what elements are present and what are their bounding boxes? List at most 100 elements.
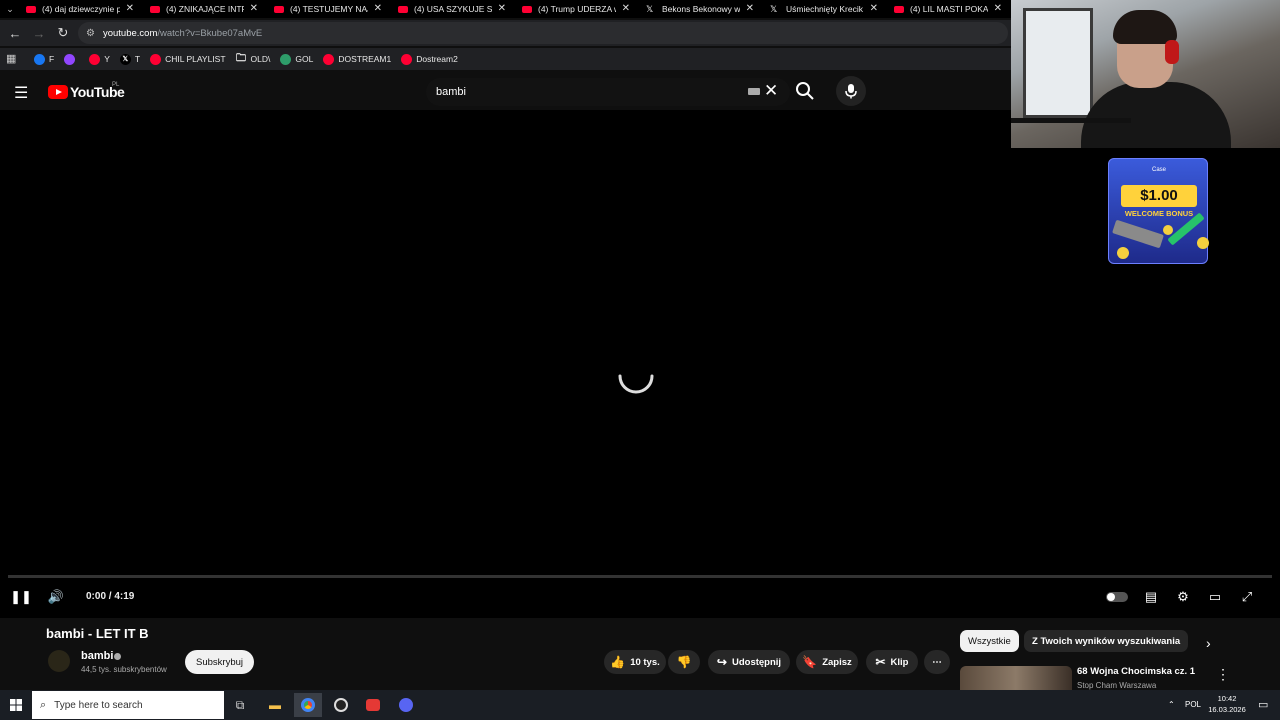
close-tab-icon[interactable]: ✕ [870, 3, 878, 14]
clip-button[interactable]: ✂ Klip [866, 650, 918, 674]
close-tab-icon[interactable]: ✕ [994, 3, 1002, 14]
theater-mode-icon[interactable]: ▭ [1206, 588, 1224, 606]
like-count: 10 tys. [630, 656, 660, 668]
fullscreen-icon[interactable]: ⤢ [1238, 588, 1256, 606]
chip-from-search[interactable]: Z Twoich wyników wyszukiwania [1024, 630, 1189, 652]
tab-search-button[interactable]: ⌄ [0, 0, 20, 18]
webcam-person-hair [1113, 10, 1177, 44]
youtube-icon [26, 5, 36, 13]
language-indicator[interactable]: POL [1185, 700, 1201, 709]
bookmark-label: GOL [295, 54, 314, 64]
autoplay-toggle[interactable] [1106, 588, 1128, 606]
channel-avatar[interactable] [48, 650, 70, 672]
bookmark-item[interactable]: 𝕏T [119, 53, 141, 65]
browser-tab[interactable]: 𝕏 Uśmiechnięty Krecik ✕ [764, 0, 888, 18]
youtube-icon [894, 5, 904, 13]
tab-title: (4) ZNIKAJĄCE INTRA [166, 4, 244, 14]
share-button[interactable]: ↪ Udostępnij [708, 650, 790, 674]
clock-date: 16.03.2026 [1208, 705, 1246, 714]
browser-tab[interactable]: (4) Trump UDERZA w ✕ [516, 0, 640, 18]
browser-tab[interactable]: (4) USA SZYKUJE SIĘ ✕ [392, 0, 516, 18]
taskbar-search-input[interactable]: ⌕ Type here to search [32, 691, 224, 719]
bookmark-label: T [134, 54, 141, 64]
search-input[interactable]: bambi [426, 78, 790, 106]
close-tab-icon[interactable]: ✕ [126, 3, 134, 14]
apps-grid-icon[interactable]: ▦ [6, 52, 20, 66]
bookmark-item[interactable]: Dostream2 [401, 53, 458, 65]
bookmark-label: Dostream2 [416, 54, 458, 64]
obs-icon[interactable] [327, 693, 355, 717]
screen: ⌄ (4) daj dziewczynie p ✕ (4) ZNIKAJĄCE IN… [0, 0, 1280, 720]
voice-search-button[interactable] [836, 76, 866, 106]
player-controls: ❚❚ 🔊 0:00 / 4:19 ▤ ⚙ ▭ ⤢ [0, 584, 1280, 610]
chevron-up-icon[interactable]: ⌃ [1168, 700, 1175, 709]
bookmark-item[interactable]: F [34, 53, 55, 65]
chip-all[interactable]: Wszystkie [960, 630, 1019, 652]
more-actions-button[interactable]: ⋯ [924, 650, 950, 674]
pause-icon[interactable]: ❚❚ [10, 588, 32, 606]
bookmark-item[interactable]: Y [89, 53, 110, 65]
more-horizontal-icon: ⋯ [932, 656, 942, 668]
address-bar[interactable]: ⚙ youtube.com/watch?v=Bkube07aMvE [78, 22, 1008, 44]
browser-tab[interactable]: (4) LIL MASTI POKAZ ✕ [888, 0, 1012, 18]
bookmark-item[interactable]: GOL [280, 53, 314, 65]
search-icon[interactable] [794, 80, 816, 102]
notification-icon[interactable]: ▭ [1258, 698, 1268, 711]
promo-brand: Case [1151, 167, 1166, 173]
thumb-down-icon: 👎 [676, 655, 692, 669]
menu-icon[interactable]: ☰ [14, 83, 34, 102]
windows-start-icon[interactable] [10, 699, 22, 711]
forward-arrow-icon[interactable]: → [27, 21, 51, 45]
dislike-button[interactable]: 👎 [668, 650, 700, 674]
webcam-window [1023, 8, 1093, 118]
channel-name[interactable]: bambi [81, 650, 113, 662]
bookmark-label: F [49, 54, 55, 64]
browser-tab[interactable]: 𝕏 Bekons Bekonowy w ✕ [640, 0, 764, 18]
streaming-app-icon[interactable] [359, 693, 387, 717]
close-tab-icon[interactable]: ✕ [374, 3, 382, 14]
bookmark-item[interactable]: CHIL PLAYLIST [150, 53, 226, 65]
volume-icon[interactable]: 🔊 [47, 588, 65, 606]
close-tab-icon[interactable]: ✕ [498, 3, 506, 14]
taskbar-clock[interactable]: 10:42 16.03.2026 [1206, 693, 1248, 715]
youtube-icon [323, 53, 335, 65]
close-tab-icon[interactable]: ✕ [250, 3, 258, 14]
task-view-icon[interactable]: ⧉ [226, 693, 254, 717]
keyboard-icon[interactable] [748, 88, 760, 95]
tab-title: (4) daj dziewczynie p [42, 4, 120, 14]
save-label: Zapisz [822, 656, 852, 668]
close-icon[interactable]: ✕ [764, 81, 778, 101]
like-button[interactable]: 👍 10 tys. [604, 650, 666, 674]
settings-gear-icon[interactable]: ⚙ [1174, 588, 1192, 606]
save-button[interactable]: 🔖 Zapisz [796, 650, 858, 674]
region-code: PL [112, 82, 120, 88]
subscribe-button[interactable]: Subskrybuj [185, 650, 254, 674]
site-settings-icon[interactable]: ⚙ [86, 28, 95, 39]
clock-time: 10:42 [1217, 694, 1237, 703]
chrome-icon[interactable] [294, 693, 322, 717]
progress-bar[interactable] [8, 575, 1272, 578]
bookmark-item[interactable]: 🗀 OLD\ [236, 53, 270, 65]
video-player[interactable]: ❚❚ 🔊 0:00 / 4:19 ▤ ⚙ ▭ ⤢ [0, 110, 1280, 618]
file-explorer-icon[interactable]: ▬ [261, 693, 289, 717]
close-tab-icon[interactable]: ✕ [746, 3, 754, 14]
browser-tab[interactable]: (4) TESTUJEMY NAJB ✕ [268, 0, 392, 18]
back-arrow-icon[interactable]: ← [3, 21, 27, 45]
browser-tab[interactable]: (4) ZNIKAJĄCE INTRA ✕ [144, 0, 268, 18]
chevron-right-icon[interactable]: › [1206, 635, 1211, 651]
gol-icon [280, 53, 292, 65]
recommendation-title[interactable]: 68 Wojna Chocimska cz. 1 [1077, 666, 1195, 677]
bookmark-item[interactable]: DOSTREAM1 [323, 53, 391, 65]
browser-tab[interactable]: (4) daj dziewczynie p ✕ [20, 0, 144, 18]
bookmark-item[interactable] [64, 53, 79, 65]
microphone-arm [1011, 118, 1131, 123]
subtitles-icon[interactable]: ▤ [1142, 588, 1160, 606]
share-icon: ↪ [716, 655, 727, 669]
close-tab-icon[interactable]: ✕ [622, 3, 630, 14]
youtube-play-icon [48, 85, 68, 99]
reload-icon[interactable]: ↻ [51, 21, 75, 45]
loading-spinner-icon [618, 374, 654, 394]
more-vertical-icon[interactable]: ⋮ [1216, 666, 1230, 683]
promo-amount: $1.00 [1121, 185, 1197, 207]
discord-icon[interactable] [392, 693, 420, 717]
